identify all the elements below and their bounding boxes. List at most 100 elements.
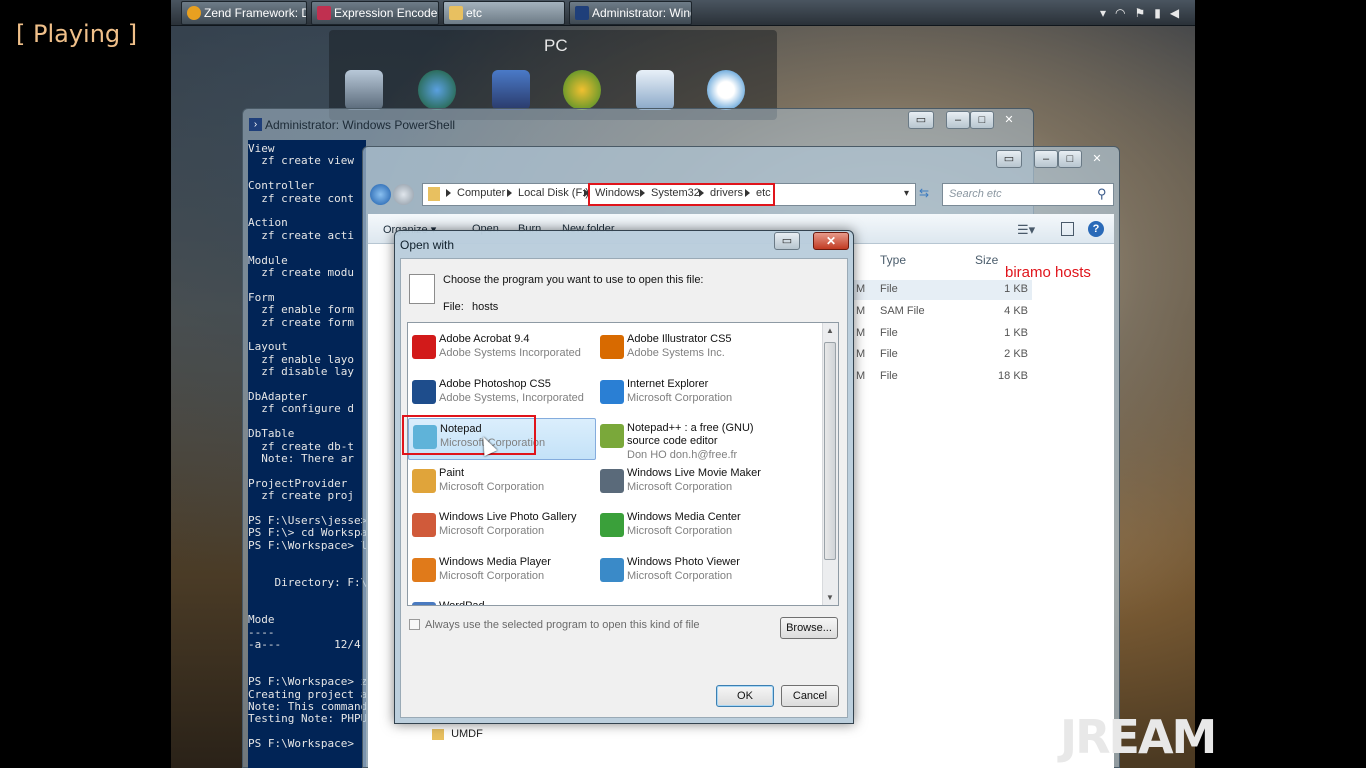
program-item[interactable]: Windows Photo Viewer Microsoft Corporatio…	[596, 552, 784, 594]
program-item[interactable]: Windows Live Movie Maker Microsoft Corpor…	[596, 463, 784, 505]
explorer-minimize-button[interactable]: –	[1034, 150, 1058, 168]
taskbar-item-etc[interactable]: etc	[443, 1, 565, 25]
search-icon[interactable]: ⚲	[1097, 186, 1107, 202]
taskbar-item-label: Expression Encoder S...	[334, 6, 439, 20]
file-type[interactable]: File	[880, 370, 898, 382]
box-icon[interactable]	[636, 70, 674, 110]
view-options-icon[interactable]: ☰▾	[1017, 222, 1035, 238]
taskbar-item-zend[interactable]: Zend Framework: Do...	[181, 1, 307, 25]
file-type-icon	[409, 274, 435, 304]
console-line: zf create acti	[248, 228, 354, 242]
file-type[interactable]: File	[880, 327, 898, 339]
console-line: View	[248, 142, 275, 155]
wordpad-icon	[412, 602, 436, 605]
program-publisher: Microsoft Corporation	[439, 525, 545, 537]
file-size: 2 KB	[1004, 348, 1028, 361]
breadcrumb-etc[interactable]: etc	[756, 187, 771, 199]
back-button[interactable]	[370, 184, 391, 205]
ie-gadget-icon[interactable]	[707, 70, 745, 110]
console-line: Action	[248, 216, 288, 230]
file-type[interactable]: SAM File	[880, 305, 925, 317]
breadcrumb-windows[interactable]: Windows	[595, 187, 640, 199]
globe-icon[interactable]	[418, 70, 456, 110]
breadcrumb-local-disk[interactable]: Local Disk (F:)	[518, 187, 589, 199]
console-line: zf create db-t	[248, 439, 354, 453]
breadcrumb-drivers[interactable]: drivers	[710, 187, 743, 199]
program-item[interactable]: Adobe Illustrator CS5 Adobe Systems Inc.	[596, 329, 784, 371]
file-type[interactable]: File	[880, 283, 898, 295]
flag-icon[interactable]: ⚑	[1135, 6, 1146, 20]
forward-button[interactable]	[393, 184, 414, 205]
explorer-close-button[interactable]: ✕	[1082, 150, 1112, 168]
always-use-checkbox[interactable]	[409, 619, 420, 630]
program-name: Windows Live Movie Maker	[627, 466, 761, 479]
computer-icon[interactable]	[345, 70, 383, 110]
powershell-maximize-button[interactable]: □	[970, 111, 994, 129]
program-name: Adobe Photoshop CS5	[439, 377, 551, 390]
program-publisher: Adobe Systems Inc.	[627, 347, 725, 359]
dialog-close-button[interactable]: ✕	[813, 232, 849, 250]
cancel-button[interactable]: Cancel	[781, 685, 839, 707]
scrollbar-thumb[interactable]	[824, 342, 836, 560]
console-line: PS F:\Workspace> l	[248, 538, 366, 552]
volume-icon[interactable]: ◀	[1170, 6, 1179, 20]
refresh-icon[interactable]: ⇆	[919, 186, 929, 200]
program-publisher: Don HO don.h@free.fr	[627, 449, 738, 461]
program-item[interactable]: WordPad	[408, 596, 596, 605]
file-size: 18 KB	[998, 370, 1028, 383]
browse-button[interactable]: Browse...	[780, 617, 838, 639]
powershell-snap-button[interactable]: ▭	[908, 111, 934, 129]
program-publisher: Microsoft Corporation	[627, 569, 733, 582]
network-icon[interactable]: ▮	[1154, 6, 1161, 20]
explorer-maximize-button[interactable]: □	[1058, 150, 1082, 168]
taskbar-item-label: Zend Framework: Do...	[204, 6, 306, 20]
highlight-notepad-box	[402, 415, 536, 455]
scroll-up-icon[interactable]: ▲	[826, 326, 834, 335]
powershell-console[interactable]: View zf create view Controller zf create …	[248, 140, 366, 768]
program-item[interactable]: Internet Explorer Microsoft Corporation	[596, 374, 784, 416]
column-header-type[interactable]: Type	[880, 253, 906, 267]
taskbar-item-encoder[interactable]: Expression Encoder S...	[311, 1, 439, 25]
dialog-restore-button[interactable]: ▭	[774, 232, 800, 250]
powershell-minimize-button[interactable]: –	[946, 111, 970, 129]
program-item[interactable]: Adobe Photoshop CS5 Adobe Systems, Incorp…	[408, 374, 596, 416]
column-header-size[interactable]: Size	[975, 253, 998, 267]
program-item[interactable]: Adobe Acrobat 9.4 Adobe Systems Incorpora…	[408, 329, 596, 371]
console-line: PS F:\Workspace> z	[248, 675, 366, 689]
file-size: 1 KB	[1004, 326, 1028, 339]
headset-icon[interactable]: ◠	[1115, 6, 1125, 20]
folder-umdf-row[interactable]: UMDF	[432, 728, 483, 740]
ok-button[interactable]: OK	[716, 685, 774, 707]
network-share-icon[interactable]	[492, 70, 530, 110]
search-input[interactable]: Search etc	[942, 183, 1114, 206]
address-dropdown-icon[interactable]: ▾	[904, 188, 909, 199]
chrome-icon	[187, 6, 201, 20]
program-item[interactable]: Windows Live Photo Gallery Microsoft Corp…	[408, 507, 596, 549]
breadcrumb-computer[interactable]: Computer	[457, 187, 505, 199]
powershell-title-icon: ›	[249, 118, 262, 131]
console-line: zf create view	[248, 154, 354, 168]
scroll-down-icon[interactable]: ▼	[826, 593, 834, 602]
breadcrumb-system32[interactable]: System32	[651, 187, 700, 199]
tray-arrow-icon[interactable]: ▾	[1100, 6, 1106, 20]
program-item[interactable]: Paint Microsoft Corporation	[408, 463, 596, 505]
file-type[interactable]: File	[880, 348, 898, 360]
folder-name: UMDF	[451, 728, 483, 740]
taskbar-item-powershell[interactable]: Administrator: Wind...	[569, 1, 692, 25]
program-item[interactable]: Windows Media Player Microsoft Corporatio…	[408, 552, 596, 594]
hs-app-icon[interactable]	[563, 70, 601, 110]
help-icon[interactable]: ?	[1088, 221, 1104, 237]
console-line: Directory: F:\	[248, 576, 366, 589]
program-name: Windows Media Player	[439, 555, 551, 568]
console-line: Form	[248, 290, 275, 304]
program-item[interactable]: Notepad++ : a free (GNU) source code edi…	[596, 418, 784, 461]
dialog-prompt: Choose the program you want to use to op…	[443, 274, 704, 286]
acrobat-icon	[412, 335, 436, 359]
explorer-snap-button[interactable]: ▭	[996, 150, 1022, 168]
program-item[interactable]: Windows Media Center Microsoft Corporatio…	[596, 507, 784, 549]
program-name: Paint	[439, 466, 465, 479]
preview-pane-icon[interactable]	[1061, 222, 1074, 236]
powershell-close-button[interactable]: ✕	[994, 111, 1024, 129]
paint-icon	[412, 468, 436, 493]
file-label: File:	[443, 301, 464, 313]
